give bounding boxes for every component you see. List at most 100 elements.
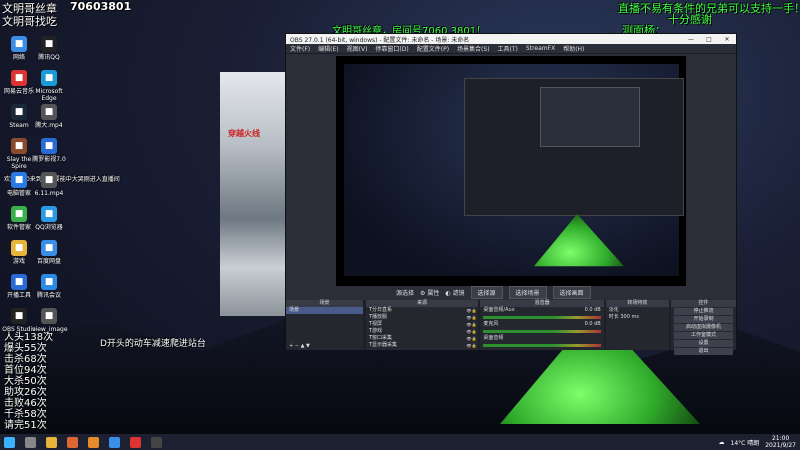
desktop-icon-label: 软件管家 bbox=[6, 224, 31, 231]
qq-icon[interactable] bbox=[109, 436, 120, 448]
desktop-icon-obs-icon[interactable]: ■ OBS Studio bbox=[2, 308, 36, 333]
transition-duration-row: 时长 300 ms bbox=[606, 314, 669, 321]
menu-item[interactable]: 场景集合(S) bbox=[457, 44, 490, 53]
control-button[interactable]: 退出 bbox=[673, 348, 733, 355]
desktop-icon-video-icon[interactable]: ■ 腾大.mp4 bbox=[32, 104, 66, 129]
music-icon[interactable] bbox=[130, 436, 141, 448]
maximize-icon[interactable]: □ bbox=[700, 36, 718, 43]
select-screen-button[interactable]: 选择画面 bbox=[552, 285, 591, 299]
obs-icon[interactable] bbox=[151, 436, 162, 448]
close-icon[interactable]: ✕ bbox=[718, 36, 736, 43]
game-icon: ■ bbox=[11, 138, 27, 154]
source-item[interactable]: T 显示器采集 👁 🔒 bbox=[366, 342, 478, 349]
overlay-room-id: 70603801 bbox=[70, 0, 132, 13]
search-icon[interactable] bbox=[25, 436, 36, 448]
move-up-icon[interactable]: ▲ bbox=[301, 343, 305, 350]
remove-icon[interactable]: − bbox=[295, 343, 299, 350]
menu-item[interactable]: StreamFX bbox=[526, 45, 555, 52]
desktop-icon-browser-icon[interactable]: ■ QQ浏览器 bbox=[32, 206, 66, 231]
lock-icon[interactable]: 🔒 bbox=[471, 321, 476, 328]
desktop-icon-store-icon[interactable]: ■ 软件管家 bbox=[2, 206, 36, 231]
transition-type[interactable]: 淡化 bbox=[606, 307, 669, 314]
menu-item[interactable]: 文件(F) bbox=[290, 44, 310, 53]
source-name: 分日直系 bbox=[372, 307, 393, 313]
source-item[interactable]: T 分日直系 👁 🔒 bbox=[366, 307, 478, 314]
preview-tent bbox=[534, 214, 624, 267]
desktop-icon-live-icon[interactable]: ■ 开播工具 bbox=[2, 274, 36, 299]
windows-icon[interactable] bbox=[4, 436, 15, 448]
sources-title: 来源 bbox=[365, 300, 479, 307]
obs-preview[interactable] bbox=[336, 56, 686, 286]
filters-button[interactable]: ◐ 滤镜 bbox=[445, 288, 464, 297]
desktop-icon-label: 腾讯会议 bbox=[36, 292, 61, 299]
desktop-icon-label: view_image bbox=[32, 326, 68, 333]
select-source-button[interactable]: 选择源 bbox=[470, 285, 503, 299]
control-button[interactable]: 停止推流 bbox=[673, 308, 733, 315]
desktop-icon-edge-icon[interactable]: ■ Microsoft Edge bbox=[32, 70, 66, 102]
move-down-icon[interactable]: ▼ bbox=[306, 343, 310, 350]
obs-titlebar[interactable]: OBS 27.0.1 (64-bit, windows) - 配置文件: 未命名… bbox=[286, 34, 736, 44]
desktop-icon-video-icon[interactable]: ■ 6.11.mp4 bbox=[32, 172, 66, 197]
desktop-icon-player-icon[interactable]: ■ 腾罗影视7.0 bbox=[32, 138, 66, 163]
browser-icon: ■ bbox=[41, 206, 57, 222]
desktop-icon-label: 腾大.mp4 bbox=[35, 122, 63, 129]
mixer-channel-name: 麦克风 bbox=[483, 321, 499, 327]
folder-icon[interactable] bbox=[46, 436, 57, 448]
obs-window[interactable]: OBS 27.0.1 (64-bit, windows) - 配置文件: 未命名… bbox=[285, 33, 737, 355]
obs-icon: ■ bbox=[11, 308, 27, 324]
meeting-icon: ■ bbox=[41, 274, 57, 290]
network-icon: ■ bbox=[11, 36, 27, 52]
properties-button[interactable]: ⚙ 属性 bbox=[420, 288, 439, 297]
source-toolbar: 源选择 ⚙ 属性 ◐ 滤镜 选择源 选择场景 选择画面 bbox=[286, 285, 736, 299]
menu-item[interactable]: 配置文件(P) bbox=[417, 44, 449, 53]
source-item[interactable]: T 视屏 👁 🔒 bbox=[366, 321, 478, 328]
lock-icon[interactable]: 🔒 bbox=[471, 342, 476, 349]
source-item[interactable]: T 窗口采集 👁 🔒 bbox=[366, 335, 478, 342]
desktop-icon-shield-icon[interactable]: ■ 电脑管家 bbox=[2, 172, 36, 197]
desktop-icon-music-icon[interactable]: ■ 网易云音乐 bbox=[2, 70, 36, 95]
desktop-icon-cloud-icon[interactable]: ■ 百度网盘 bbox=[32, 240, 66, 265]
desktop-icon-qq-icon[interactable]: ■ 腾讯QQ bbox=[32, 36, 66, 61]
system-tray: ☁ 14°C 晴朗 21:00 2021/9/27 bbox=[719, 435, 800, 449]
source-item[interactable]: T 播放服 👁 🔒 bbox=[366, 314, 478, 321]
minimize-icon[interactable]: — bbox=[682, 36, 700, 43]
clock-date: 2021/9/27 bbox=[765, 442, 796, 449]
weather-text[interactable]: 14°C 晴朗 bbox=[731, 438, 760, 447]
menu-item[interactable]: 工具(T) bbox=[498, 44, 518, 53]
menu-item[interactable]: 编辑(E) bbox=[318, 44, 338, 53]
duration-value[interactable]: 300 ms bbox=[620, 314, 639, 321]
game-icon[interactable] bbox=[88, 436, 99, 448]
desktop-icon-label: OBS Studio bbox=[2, 326, 36, 333]
scenes-dock: 场景 场景 + − ▲ ▼ bbox=[286, 300, 363, 350]
mixer-title: 混音器 bbox=[480, 300, 604, 307]
weather-icon[interactable]: ☁ bbox=[719, 439, 725, 446]
desktop-icon-label: 网易云音乐 bbox=[3, 88, 34, 95]
preview-canvas bbox=[344, 64, 684, 276]
browser-icon[interactable] bbox=[67, 436, 78, 448]
lock-icon[interactable]: 🔒 bbox=[471, 335, 476, 342]
obs-title: OBS 27.0.1 (64-bit, windows) - 配置文件: 未命名… bbox=[290, 36, 470, 44]
desktop-icon-meeting-icon[interactable]: ■ 腾讯会议 bbox=[32, 274, 66, 299]
lock-icon[interactable]: 🔒 bbox=[471, 314, 476, 321]
desktop-icon-label: Slay the Spire bbox=[6, 156, 32, 170]
desktop-icon-image-icon[interactable]: ■ view_image bbox=[32, 308, 68, 333]
lock-icon[interactable]: 🔒 bbox=[471, 307, 476, 314]
add-icon[interactable]: + bbox=[289, 343, 293, 350]
lock-icon[interactable]: 🔒 bbox=[471, 328, 476, 335]
clock[interactable]: 21:00 2021/9/27 bbox=[765, 435, 796, 449]
transitions-dock: 转场特效 淡化 时长 300 ms bbox=[605, 300, 669, 350]
menu-item[interactable]: 帮助(H) bbox=[563, 44, 584, 53]
control-button[interactable]: 启动虚拟摄像机 bbox=[673, 324, 733, 331]
control-button[interactable]: 工作室模式 bbox=[673, 332, 733, 339]
desktop-icon-game-icon[interactable]: ■ Slay the Spire bbox=[2, 138, 36, 170]
control-button[interactable]: 开始录制 bbox=[673, 316, 733, 323]
menu-item[interactable]: 视图(V) bbox=[347, 44, 368, 53]
select-scene-button[interactable]: 选择场景 bbox=[508, 285, 547, 299]
desktop-icon-network-icon[interactable]: ■ 网络 bbox=[2, 36, 36, 61]
control-button[interactable]: 设置 bbox=[673, 340, 733, 347]
menu-item[interactable]: 停靠窗口(D) bbox=[375, 44, 408, 53]
desktop-icon-folder-icon[interactable]: ■ 游戏 bbox=[2, 240, 36, 265]
scene-item[interactable]: 场景 bbox=[286, 307, 363, 314]
desktop-icon-steam-icon[interactable]: ■ Steam bbox=[2, 104, 36, 129]
source-item[interactable]: T 游戏 👁 🔒 bbox=[366, 328, 478, 335]
